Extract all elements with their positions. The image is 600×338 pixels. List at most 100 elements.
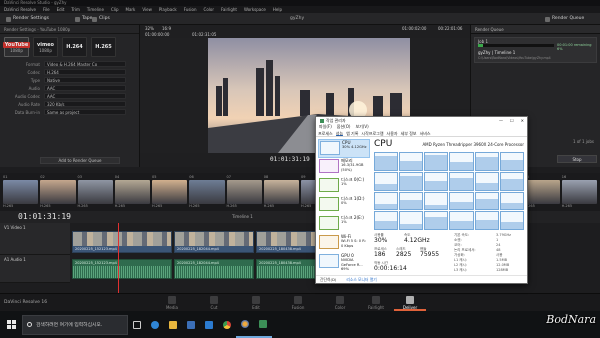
menu-item[interactable]: File [43,6,50,13]
store-icon[interactable] [182,311,200,338]
page-tab-edit[interactable]: Edit [246,296,266,310]
setting-dropdown[interactable]: 320 Kb/s [44,101,126,107]
perf-item-cpu[interactable]: GPU 0 NVIDIA GeForce R... 69% [318,253,370,272]
tm-tab[interactable]: 사용자 [387,130,398,136]
mail-icon[interactable] [200,311,218,338]
menu-item[interactable]: Clip [111,6,119,13]
zoom-level[interactable]: 32% [145,26,154,31]
open-resource-monitor-link[interactable]: 리소스 모니터 열기 [346,276,376,283]
playhead[interactable] [118,223,119,293]
video-track-header[interactable]: V1 Video 1 [0,223,70,255]
tm-tab[interactable]: 성능 [335,130,344,136]
menu-item[interactable]: Timeline [87,6,104,13]
clip-codec: H.265 [561,204,573,208]
clip-thumbnail[interactable]: 15H.265 [524,175,560,209]
core-graph [474,191,499,211]
clip-thumbnail[interactable]: 06 H.265 [189,175,225,209]
maximize-icon[interactable]: ☐ [510,117,514,124]
perf-item-cpu[interactable]: CPU 30% 4.12GHz [318,139,370,158]
menu-item[interactable]: Fairlight [221,6,237,13]
close-icon[interactable]: ✕ [521,117,524,124]
setting-dropdown[interactable]: Native [44,77,126,83]
menu-item[interactable]: Edit [57,6,65,13]
clip-thumbnail[interactable]: 03 H.265 [77,175,113,209]
menu-item[interactable]: Help [273,6,282,13]
file-explorer-icon[interactable] [164,311,182,338]
clips-button[interactable]: Clips [92,15,110,23]
tm-tab[interactable]: 앱 기록 [346,130,358,136]
stop-render-button[interactable]: Stop [557,155,597,163]
render-preset[interactable]: YouTube 1080p [2,37,31,57]
viewer-out-timecode: 01:00:02:00 [402,26,427,31]
setting-dropdown[interactable]: Same as project [44,109,126,115]
render-preset[interactable]: H.265 [91,37,116,57]
menu-item[interactable]: Color [204,6,214,13]
page-tab-deliver[interactable]: Deliver [400,296,420,310]
clip-thumbnail[interactable]: 08 H.265 [263,175,299,209]
menu-item[interactable]: Mark [126,6,136,13]
menu-bar: DaVinci Resolve File Edit Trim Timeline Clip M… [0,6,600,13]
tm-tab[interactable]: 시작프로그램 [361,130,383,136]
clip-thumbnail[interactable]: 07 H.265 [226,175,262,209]
video-clip[interactable]: 20200225_152123.mp4 [72,231,172,253]
render-preset[interactable]: vimeo 1080p [33,37,58,57]
taskbar-search-box[interactable]: 검색하려면 여기에 입력하십시오. [22,314,128,335]
task-manager-icon[interactable] [254,311,272,338]
page-label: Media [165,305,178,310]
task-manager-titlebar[interactable]: 작업 관리자 — ☐ ✕ [316,117,527,124]
menu-item[interactable]: View [142,6,152,13]
tape-button[interactable]: Tape [75,15,92,23]
clip-thumbnail[interactable]: 05 H.265 [152,175,188,209]
chrome-icon[interactable] [218,311,236,338]
audio-track-header[interactable]: A1 Audio 1 [0,255,70,283]
audio-clip[interactable]: 20200225_152123.mp4 [72,259,172,279]
tm-tab[interactable]: 프로세스 [318,130,333,136]
perf-item-net[interactable]: Wi-Fi Wi-Fi 5 S: 0 R: 0 Kbps [318,234,370,253]
window-controls[interactable]: — ☐ ✕ [499,117,524,124]
perf-item-disk[interactable]: 디스크 0(C:) 1% [318,177,370,196]
page-tab-cut[interactable]: Cut [204,296,224,310]
page-tab-fairlight[interactable]: Fairlight [366,296,386,310]
menu-item[interactable]: DaVinci Resolve [4,6,36,13]
page-tab-fusion[interactable]: Fusion [288,296,308,310]
render-settings-button[interactable]: Render Settings [6,15,49,23]
tm-tab[interactable]: 서비스 [420,130,431,136]
perf-item-disk[interactable]: 디스크 1(D:) 0% [318,196,370,215]
page-label: Color [334,305,346,310]
task-view-icon[interactable] [128,311,146,338]
edge-icon[interactable] [146,311,164,338]
perf-item-mem[interactable]: 메모리 16.3/31.9GB (50%) [318,158,370,177]
render-preset[interactable]: H.264 [62,37,87,57]
fewer-details-link[interactable]: 간단히(D) [320,276,336,283]
add-to-render-queue-button[interactable]: Add to Render Queue [40,157,120,164]
cpu-stat-thread: 2825 [396,251,412,258]
video-clip[interactable]: 20200225_182044.mp4 [174,231,254,253]
tm-tab[interactable]: 세부 정보 [401,130,417,136]
page-label: Deliver [402,305,418,310]
clip-codec: H.265 [226,204,237,208]
render-queue-button[interactable]: Render Queue [545,15,584,23]
start-button[interactable] [0,311,22,338]
task-manager-window[interactable]: 작업 관리자 — ☐ ✕ 파일(F) 옵션(O) 보기(V) 프로세스 성능 앱 기록 시작프… [315,116,528,284]
menu-item[interactable]: Fusion [184,6,197,13]
page-tab-media[interactable]: Media [162,296,182,310]
watermark-logo: BodNara [546,313,596,326]
page-tab-color[interactable]: Color [330,296,350,310]
setting-dropdown[interactable]: Video & H.264 Master Co [44,61,126,67]
menu-item[interactable]: Workspace [244,6,266,13]
menu-item[interactable]: Trim [71,6,80,13]
render-job[interactable]: Job 1 00:01:00 remaining 6% gyZhy | Time… [474,37,597,63]
audio-clip[interactable]: 20200225_182044.mp4 [174,259,254,279]
davinci-resolve-icon[interactable] [236,311,254,338]
clip-thumbnail[interactable]: 01 H.265 [3,175,39,209]
timeline-name[interactable]: Timeline 1 [232,214,253,219]
setting-dropdown[interactable]: AAC [44,85,126,91]
minimize-icon[interactable]: — [499,117,503,124]
menu-item[interactable]: Playback [159,6,177,13]
clip-thumbnail[interactable]: 02 H.265 [40,175,76,209]
setting-dropdown[interactable]: AAC [44,93,126,99]
clip-thumbnail[interactable]: 04 H.265 [114,175,150,209]
setting-dropdown[interactable]: H.264 [44,69,126,75]
clip-thumbnail[interactable]: 16 H.265 [561,175,597,209]
perf-item-disk[interactable]: 디스크 2(E:) 1% [318,215,370,234]
